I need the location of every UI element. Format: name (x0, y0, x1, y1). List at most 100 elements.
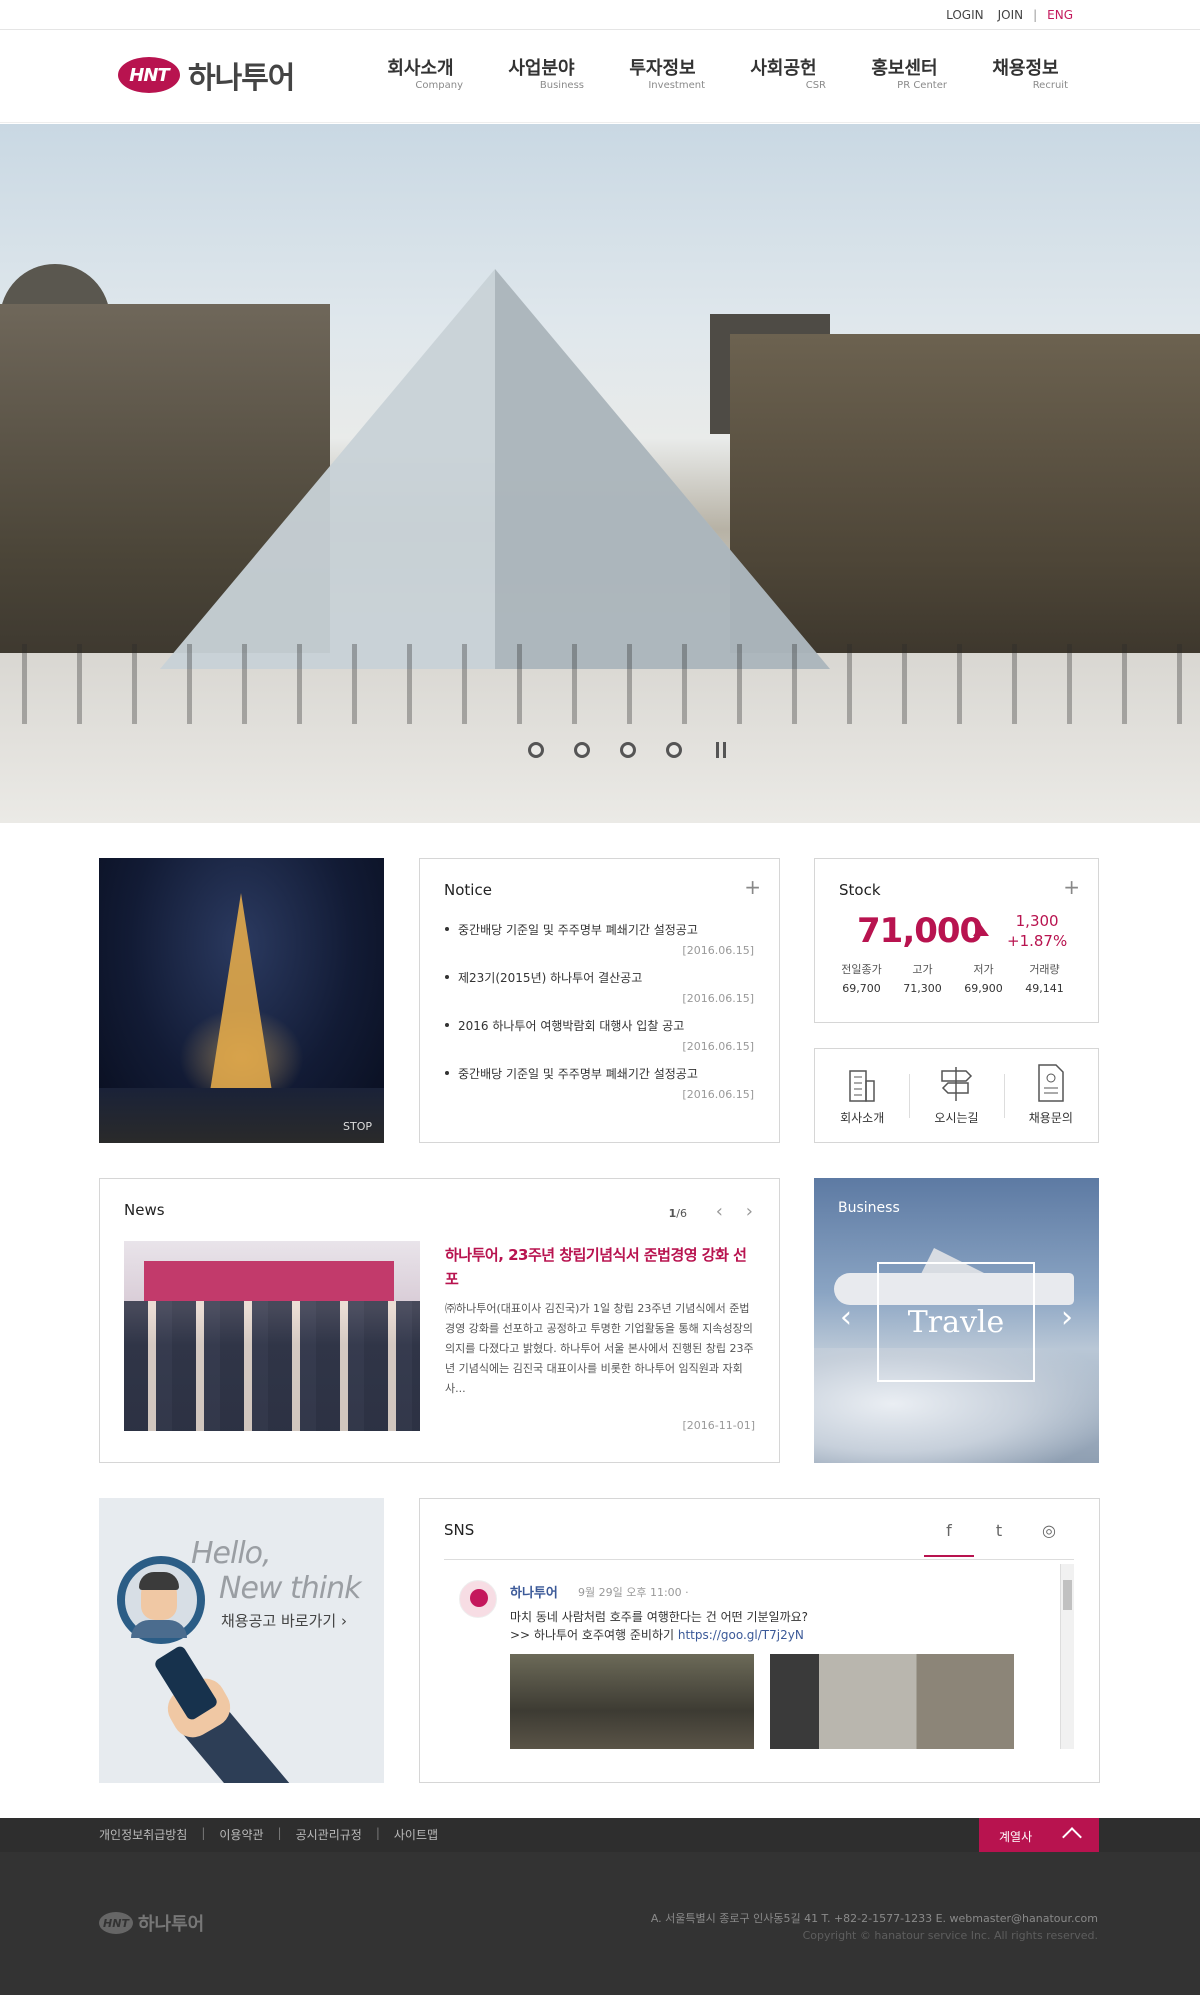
nav-sublabel: Recruit (1032, 80, 1068, 91)
nav-label: 회사소개 (387, 58, 454, 79)
signpost-icon (941, 1067, 973, 1101)
notice-list: 중간배당 기준일 및 주주명부 폐쇄기간 설정공고 [2016.06.15] 제2… (444, 921, 754, 1113)
scroll-thumb[interactable] (1063, 1580, 1072, 1610)
notice-text: 2016 하나투어 여행박람회 대행사 입찰 공고 (458, 1019, 685, 1033)
nav-label: 사업분야 (508, 58, 575, 79)
nav-label: 투자정보 (629, 58, 696, 79)
photo-crowd (124, 1301, 420, 1431)
footer-logo: HNT 하나투어 (99, 1910, 204, 1936)
header: HNT 하나투어 회사소개 Company 사업분야 Business 투자정보 In… (0, 30, 1200, 123)
footer-link-privacy[interactable]: 개인정보취급방침 (99, 1826, 187, 1843)
join-link[interactable]: JOIN (998, 8, 1024, 22)
instagram-icon[interactable]: ◎ (1024, 1521, 1074, 1557)
login-link[interactable]: LOGIN (946, 8, 984, 22)
chevron-left-icon[interactable]: ‹ (716, 1201, 723, 1222)
post-line: 마치 동네 사람처럼 호주를 여행한다는 건 어떤 기분일까요? (510, 1610, 809, 1624)
post-image[interactable] (770, 1654, 1014, 1749)
nav-item-recruit[interactable]: 채용정보 Recruit (965, 54, 1086, 91)
footer-address: A. 서울특별시 종로구 인사동5길 41 T. +82-2-1577-1233… (651, 1910, 1098, 1944)
person-suit (131, 1620, 187, 1638)
post-link[interactable]: https://goo.gl/T7j2yN (678, 1628, 804, 1642)
quick-link-directions[interactable]: 오시는길 (909, 1049, 1003, 1142)
slider-dot[interactable] (528, 742, 544, 758)
list-item[interactable]: 중간배당 기준일 및 주주명부 폐쇄기간 설정공고 [2016.06.15] (444, 921, 754, 969)
eng-link[interactable]: ENG (1047, 8, 1073, 22)
list-item[interactable]: 중간배당 기준일 및 주주명부 폐쇄기간 설정공고 [2016.06.15] (444, 1065, 754, 1113)
stock-label: 거래량 (1029, 963, 1060, 976)
city-lights (99, 1088, 384, 1143)
footer-link-disclosure[interactable]: 공시관리규정 (296, 1826, 362, 1843)
sns-box: SNS f t ◎ 하나투어 9월 29일 오후 11:00 · 마치 동네 사… (419, 1498, 1100, 1783)
stock-table: 전일종가 69,700 고가 71,300 저가 69,900 거래량 49,141 (831, 961, 1075, 995)
news-box: News 1/6 ‹ › 하나투어, 23주년 창립기념식서 준법경영 강화 선… (99, 1178, 780, 1463)
divider: | (1033, 8, 1038, 22)
footer-logo-badge: HNT (99, 1912, 133, 1934)
sns-title: SNS (444, 1521, 475, 1539)
slider-dot[interactable] (666, 742, 682, 758)
footer-link-sitemap[interactable]: 사이트맵 (394, 1826, 438, 1843)
nav-label: 채용정보 (992, 58, 1059, 79)
nav-sublabel: Company (415, 80, 463, 91)
slider-dot[interactable] (620, 742, 636, 758)
chevron-right-icon[interactable]: › (1061, 1303, 1073, 1333)
change-percent: +1.87% (1007, 932, 1068, 950)
list-item[interactable]: 제23기(2015년) 하나투어 결산공고 [2016.06.15] (444, 969, 754, 1017)
hero-pyramid-shade (495, 269, 830, 669)
nav-item-csr[interactable]: 사회공헌 CSR (723, 54, 844, 91)
stock-box: Stock + 71,000 1,300 +1.87% 전일종가 69,700 고가… (814, 858, 1099, 1023)
stock-cell: 전일종가 69,700 (831, 961, 892, 995)
twitter-icon[interactable]: t (974, 1521, 1024, 1557)
quick-link-company[interactable]: 회사소개 (815, 1049, 909, 1142)
post-time: 9월 29일 오후 11:00 · (578, 1586, 689, 1599)
avatar[interactable] (459, 1580, 497, 1618)
quick-link-recruit-inquiry[interactable]: 채용문의 (1003, 1049, 1098, 1142)
nav-item-business[interactable]: 사업분야 Business (481, 54, 602, 91)
facebook-icon[interactable]: f (924, 1521, 974, 1557)
stock-value: 69,900 (964, 982, 1003, 995)
news-photo[interactable] (124, 1241, 420, 1431)
stock-value: 69,700 (842, 982, 881, 995)
copyright-text: Copyright © hanatour service Inc. All ri… (802, 1929, 1098, 1942)
news-title: News (124, 1201, 165, 1219)
nav-item-company[interactable]: 회사소개 Company (360, 54, 481, 91)
divider (444, 1559, 1074, 1560)
logo[interactable]: HNT 하나투어 (118, 53, 295, 97)
post-image[interactable] (510, 1654, 754, 1749)
list-item[interactable]: 2016 하나투어 여행박람회 대행사 입찰 공고 [2016.06.15] (444, 1017, 754, 1065)
footer-link-terms[interactable]: 이용약관 (219, 1826, 263, 1843)
business-banner[interactable]: Business Travle ‹ › (814, 1178, 1099, 1463)
quick-links: 회사소개 오시는길 채용문의 (814, 1048, 1099, 1143)
more-icon[interactable]: + (744, 877, 761, 897)
total-pages: /6 (676, 1207, 687, 1220)
more-icon[interactable]: + (1063, 877, 1080, 897)
nav-item-pr-center[interactable]: 홍보센터 PR Center (844, 54, 965, 91)
stock-cell: 고가 71,300 (892, 961, 953, 995)
family-label: 계열사 (999, 1830, 1033, 1844)
hello-text: Hello, New think (191, 1536, 361, 1606)
main-nav: 회사소개 Company 사업분야 Business 투자정보 Investment … (360, 54, 1086, 91)
hero-people (0, 644, 1200, 724)
post-author[interactable]: 하나투어 (510, 1582, 558, 1601)
post-message: 마치 동네 사람처럼 호주를 여행한다는 건 어떤 기분일까요? >> 하나투어… (510, 1608, 808, 1644)
recruit-link[interactable]: 채용공고 바로가기 › (221, 1610, 347, 1631)
chevron-left-icon[interactable]: ‹ (840, 1303, 852, 1333)
up-arrow-icon (973, 925, 989, 936)
stock-price: 71,000 (857, 911, 983, 951)
quick-label: 회사소개 (840, 1111, 885, 1125)
nav-item-investment[interactable]: 투자정보 Investment (602, 54, 723, 91)
family-sites-button[interactable]: 계열사 (979, 1818, 1099, 1852)
recruit-banner[interactable]: Hello, New think 채용공고 바로가기 › (99, 1498, 384, 1783)
chevron-right-icon[interactable]: › (746, 1201, 753, 1222)
recruit-link-label: 채용공고 바로가기 (221, 1612, 337, 1630)
notice-text: 중간배당 기준일 및 주주명부 폐쇄기간 설정공고 (458, 1067, 698, 1081)
footer-nav: 개인정보취급방침 | 이용약관 | 공시관리규정 | 사이트맵 계열사 (0, 1818, 1200, 1852)
sns-tabs: f t ◎ (924, 1521, 1074, 1557)
scrollbar[interactable] (1060, 1564, 1074, 1749)
stop-button[interactable]: STOP (343, 1120, 372, 1133)
notice-text: 중간배당 기준일 및 주주명부 폐쇄기간 설정공고 (458, 923, 698, 937)
pause-icon[interactable] (716, 742, 726, 758)
notice-date: [2016.06.15] (682, 944, 754, 957)
stock-title: Stock (839, 881, 881, 899)
slider-dot[interactable] (574, 742, 590, 758)
news-headline[interactable]: 하나투어, 23주년 창립기념식서 준법경영 강화 선포 (445, 1243, 755, 1291)
